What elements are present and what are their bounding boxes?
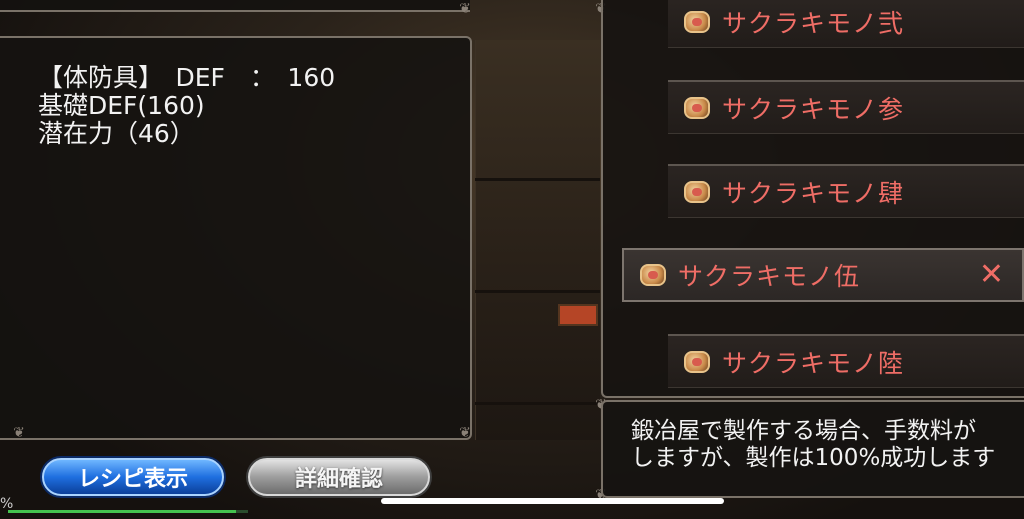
frame-ornament-icon: ❦ — [13, 425, 25, 441]
recipe-item[interactable]: サクラキモノ陸 — [668, 334, 1024, 388]
frame-ornament-icon: ❦ — [459, 1, 471, 17]
background-shelf-divider — [475, 178, 600, 181]
kimono-item-icon — [640, 264, 666, 286]
frame-ornament-icon: ❦ — [459, 425, 471, 441]
background-shelf-divider — [475, 290, 600, 293]
recipe-item[interactable]: サクラキモノ弐 — [668, 0, 1024, 48]
recipe-item[interactable]: サクラキモノ肆 — [668, 164, 1024, 218]
equipment-type-def: 【体防具】 DEF ： 160 — [38, 63, 336, 92]
recipe-item-selected[interactable]: サクラキモノ伍 ✕ — [622, 248, 1024, 302]
home-indicator[interactable] — [381, 498, 724, 504]
recipe-item-label: サクラキモノ陸 — [722, 348, 905, 378]
info-panel: 鍛冶屋で製作する場合、手数料が しますが、製作は100%成功します — [601, 400, 1024, 498]
show-recipe-button[interactable]: レシピ表示 — [42, 458, 224, 496]
info-line: しますが、製作は100%成功します — [631, 445, 996, 471]
background-lamp — [558, 304, 598, 326]
potential: 潜在力（46） — [38, 119, 195, 148]
recipe-item-label: サクラキモノ弐 — [722, 8, 905, 38]
base-def: 基礎DEF(160) — [38, 91, 205, 120]
kimono-item-icon — [684, 10, 710, 33]
info-text: 鍛冶屋で製作する場合、手数料が しますが、製作は100%成功します — [631, 418, 995, 472]
equipment-stats: 【体防具】 DEF ： 160 基礎DEF(160) 潜在力（46） — [38, 64, 335, 148]
top-frame — [0, 0, 470, 12]
progress-fill — [8, 510, 236, 513]
background-shelf — [475, 40, 600, 440]
kimono-item-icon — [684, 180, 710, 203]
kimono-item-icon — [684, 350, 710, 373]
kimono-item-icon — [684, 96, 710, 119]
recipe-item-label: サクラキモノ肆 — [722, 178, 905, 208]
recipe-item-label: サクラキモノ伍 — [678, 262, 861, 291]
detail-check-button[interactable]: 詳細確認 — [248, 458, 430, 496]
close-icon[interactable]: ✕ — [979, 260, 1004, 290]
recipe-item-label: サクラキモノ参 — [722, 94, 905, 124]
progress-bar — [8, 510, 248, 513]
recipe-item[interactable]: サクラキモノ参 — [668, 80, 1024, 134]
background-shelf-divider — [475, 402, 600, 405]
info-line: 鍛冶屋で製作する場合、手数料が — [631, 418, 976, 444]
